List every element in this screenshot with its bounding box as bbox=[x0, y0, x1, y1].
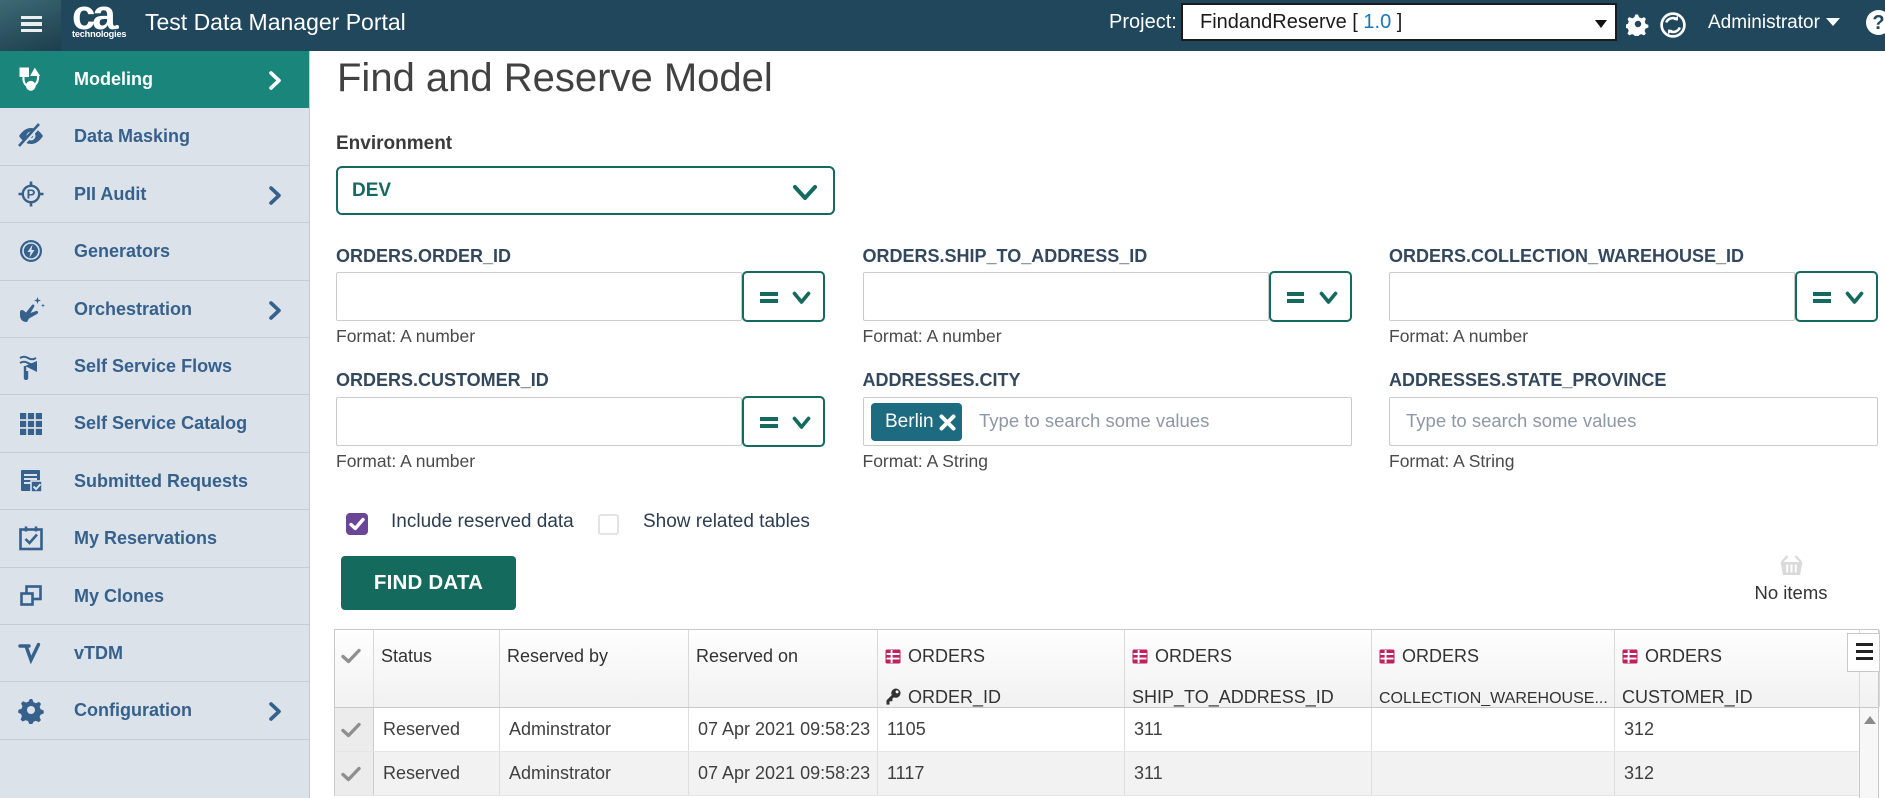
svg-text:P: P bbox=[27, 186, 36, 201]
